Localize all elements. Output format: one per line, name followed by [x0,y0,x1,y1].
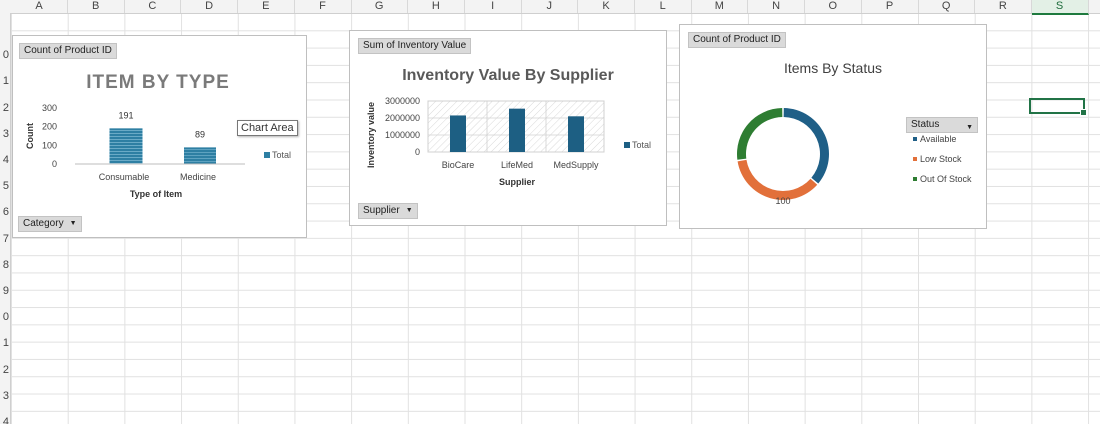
dropdown-arrow-icon: ▼ [69,220,77,227]
x-tick-label: MedSupply [553,160,599,170]
x-tick-label: LifeMed [501,160,533,170]
donut-segment[interactable] [737,159,818,201]
dropdown-arrow-icon: ▼ [966,124,973,131]
row-header[interactable]: 0 [0,47,9,64]
legend-swatch [913,157,917,161]
legend-swatch [913,177,917,181]
category-axis-button[interactable]: Category ▼ [18,216,82,232]
x-tick-label: BioCare [442,160,475,170]
y-tick-label: 2000000 [385,113,420,123]
status-filter-button[interactable]: Status ▼ [906,117,978,133]
data-label: 191 [118,110,133,120]
row-header-bar: 0 1 2 3 4 5 6 7 8 9 0 1 2 3 4 [0,13,11,424]
row-header[interactable]: 4 [0,414,9,424]
supplier-axis-button[interactable]: Supplier ▼ [358,203,418,219]
status-button-label: Status [911,119,940,130]
column-header-p[interactable]: P [862,0,919,13]
inventory-value-by-supplier-chart[interactable]: Sum of Inventory Value Inventory Value B… [349,30,667,226]
bar[interactable] [509,108,525,152]
y-tick-label: 1000000 [385,130,420,140]
chart-area-tooltip: Chart Area [237,120,298,136]
bar[interactable] [568,116,584,152]
supplier-chart-svg: Inventory Value By Supplier 3000000 20000… [366,67,651,187]
legend-label: Low Stock [920,154,962,164]
column-header-m[interactable]: M [691,0,749,13]
legend-swatch [624,142,630,148]
category-button-label: Category [23,218,64,229]
y-axis-label: Count [25,123,35,149]
column-header-o[interactable]: O [805,0,862,13]
items-by-status-chart[interactable]: Count of Product ID Items By Status 100 … [679,24,987,229]
column-header-j[interactable]: J [521,0,579,13]
column-header-c[interactable]: C [124,0,182,13]
column-header-l[interactable]: L [635,0,692,13]
row-header[interactable]: 8 [0,257,9,274]
x-tick-label: Consumable [99,172,150,182]
row-header[interactable] [0,21,9,38]
legend-label: Total [632,140,651,150]
chart-title: Inventory Value By Supplier [402,67,614,84]
x-axis-label: Supplier [499,177,536,187]
y-tick-label: 200 [42,122,57,132]
y-tick-label: 0 [415,147,420,157]
column-header-g[interactable]: G [351,0,409,13]
donut-segment[interactable] [737,108,783,160]
x-axis-label: Type of Item [130,189,182,199]
supplier-button-label: Supplier [363,205,400,216]
row-header[interactable]: 5 [0,178,9,195]
row-header[interactable]: 1 [0,335,9,352]
type-chart-svg: ITEM BY TYPE 300 200 100 0 191 Consumable 89 M… [25,72,291,199]
column-header-e[interactable]: E [238,0,295,13]
row-header[interactable]: 3 [0,126,9,143]
chart-title: ITEM BY TYPE [86,72,230,93]
bar[interactable] [109,128,143,164]
legend-label: Available [920,134,956,144]
data-label: 89 [195,129,205,139]
legend-swatch [264,152,270,158]
data-label: 100 [775,196,790,206]
row-header[interactable]: 1 [0,73,9,90]
row-header[interactable]: 2 [0,100,9,117]
column-header-q[interactable]: Q [918,0,976,13]
column-header-a[interactable]: A [11,0,68,13]
dropdown-arrow-icon: ▼ [405,207,413,214]
row-header[interactable]: 9 [0,283,9,300]
legend-swatch [913,137,917,141]
y-tick-label: 100 [42,140,57,150]
selected-cell[interactable] [1029,98,1087,116]
y-axis-label: Inventory value [366,102,376,168]
row-header[interactable]: 2 [0,362,9,379]
donut-segment[interactable] [783,108,829,184]
row-header[interactable]: 0 [0,309,9,326]
y-tick-label: 300 [42,103,57,113]
column-header-k[interactable]: K [578,0,635,13]
y-tick-label: 3000000 [385,96,420,106]
chart-title: Items By Status [784,60,882,76]
column-header-d[interactable]: D [181,0,239,13]
legend-label: Total [272,150,291,160]
bar[interactable] [450,115,466,152]
column-header-i[interactable]: I [465,0,522,13]
column-header-h[interactable]: H [408,0,465,13]
column-header-b[interactable]: B [68,0,125,13]
column-header-s[interactable]: S [1031,0,1089,15]
item-by-type-chart[interactable]: Count of Product ID ITEM BY TYPE 300 200 1… [12,35,307,238]
legend-label: Out Of Stock [920,174,972,184]
row-header[interactable]: 3 [0,388,9,405]
y-tick-label: 0 [52,159,57,169]
column-header-bar: ABCDEFGHIJKLMNOPQRS [0,0,1100,15]
column-header-n[interactable]: N [748,0,806,13]
row-header[interactable]: 4 [0,152,9,169]
row-header[interactable]: 6 [0,204,9,221]
row-header[interactable]: 7 [0,231,9,248]
column-header-f[interactable]: F [295,0,352,13]
column-header-r[interactable]: R [975,0,1032,13]
x-tick-label: Medicine [180,172,216,182]
